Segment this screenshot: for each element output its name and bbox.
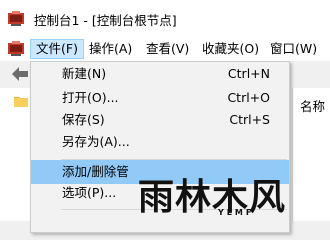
menu-item-label: 打开(O)... (62, 90, 119, 105)
watermark-logo: 雨林木风 (138, 176, 287, 218)
menu-bar: 文件(F) 操作(A) 查看(V) 收藏夹(O) 窗口(W) (0, 37, 330, 61)
menu-item-label: 另存为(A)... (62, 134, 130, 149)
file-menu-item-save-as[interactable]: 另存为(A)... (31, 130, 289, 154)
menu-item-label: 新建(N) (62, 66, 107, 81)
console-menu-icon[interactable] (8, 41, 24, 56)
menu-favorites[interactable]: 收藏夹(O) (197, 40, 264, 58)
column-header-name[interactable]: 名称 (300, 96, 325, 115)
menu-item-shortcut: Ctrl+O (227, 90, 270, 105)
menu-item-label: 保存(S) (62, 112, 105, 127)
menu-window[interactable]: 窗口(W) (265, 40, 322, 58)
menu-item-label: 选项(P)... (62, 185, 117, 200)
console-app-icon (8, 11, 24, 26)
window-title: 控制台1 - [控制台根节点] (34, 13, 177, 28)
menu-action[interactable]: 操作(A) (84, 40, 137, 58)
folder-icon[interactable] (14, 96, 28, 107)
menu-view[interactable]: 查看(V) (141, 40, 194, 58)
watermark-sub: YLMF (218, 208, 255, 217)
back-arrow-icon[interactable] (12, 67, 28, 81)
menu-item-shortcut: Ctrl+N (227, 66, 270, 81)
title-bar: 控制台1 - [控制台根节点] (0, 0, 330, 37)
file-menu-item-open[interactable]: 打开(O)... Ctrl+O (31, 86, 289, 110)
menu-item-shortcut: Ctrl+S (229, 112, 270, 127)
menu-file[interactable]: 文件(F) (30, 39, 84, 59)
file-menu-item-new[interactable]: 新建(N) Ctrl+N (31, 62, 289, 86)
file-menu-item-save[interactable]: 保存(S) Ctrl+S (31, 108, 289, 132)
